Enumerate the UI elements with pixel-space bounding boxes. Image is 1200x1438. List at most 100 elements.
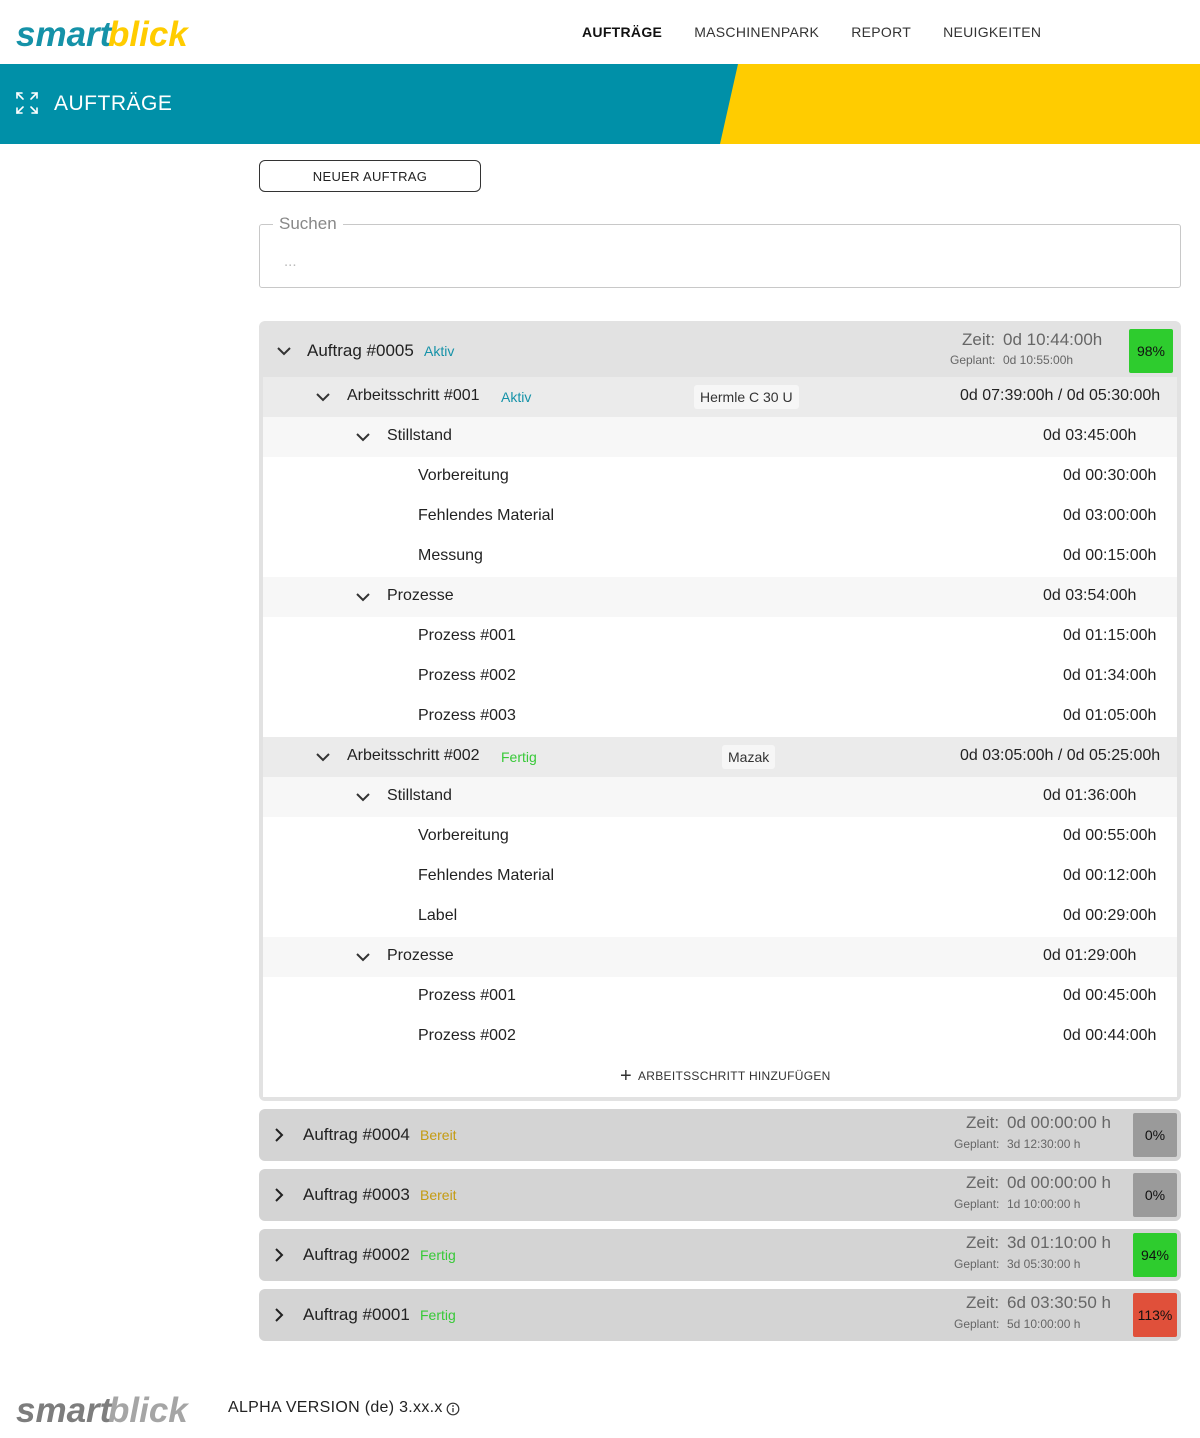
order-progress-badge: 98%	[1129, 329, 1173, 373]
item-time: 0d 00:29:00h	[1063, 907, 1157, 924]
order-planned-label: Geplant:	[950, 353, 996, 367]
chevron-down-icon[interactable]	[315, 749, 331, 765]
chevron-down-icon[interactable]	[355, 789, 371, 805]
order-planned-label: Geplant:	[954, 1257, 1000, 1271]
group-title: Stillstand	[387, 787, 452, 804]
order-title[interactable]: Auftrag #0004	[303, 1125, 410, 1145]
step-times: 0d 07:39:00h / 0d 05:30:00h	[960, 387, 1161, 404]
step-status-badge: Aktiv	[501, 389, 532, 405]
list-item: Prozess #002	[418, 1027, 516, 1044]
machine-chip: Hermle C 30 U	[694, 385, 799, 409]
page-header-band	[0, 64, 1200, 144]
step-times: 0d 03:05:00h / 0d 05:25:00h	[960, 747, 1161, 764]
item-time: 0d 01:05:00h	[1063, 707, 1157, 724]
order-planned-label: Geplant:	[954, 1317, 1000, 1331]
item-time: 0d 00:12:00h	[1063, 867, 1157, 884]
info-icon[interactable]	[446, 1402, 460, 1416]
order-time-value: 0d 00:00:00 h	[1007, 1173, 1111, 1192]
step-status-badge: Fertig	[501, 749, 537, 765]
nav-item-maschinenpark[interactable]: MASCHINENPARK	[678, 24, 835, 40]
list-item: Fehlendes Material	[418, 507, 555, 524]
chevron-down-icon[interactable]	[276, 343, 292, 359]
list-item: Vorbereitung	[418, 467, 509, 484]
order-time-value: 0d 00:00:00 h	[1007, 1113, 1111, 1132]
chevron-right-icon[interactable]	[271, 1247, 287, 1263]
footer-logo: smart blick	[16, 1391, 189, 1430]
top-navigation-bar: smart blick AUFTRÄGE MASCHINENPARK REPOR…	[0, 0, 1200, 64]
chevron-down-icon[interactable]	[315, 389, 331, 405]
order-status-badge: Fertig	[420, 1247, 456, 1263]
footer-logo-text-smart: smart	[16, 1391, 113, 1430]
order-planned-label: Geplant:	[954, 1197, 1000, 1211]
group-time: 0d 03:54:00h	[1043, 587, 1137, 604]
order-planned-label: Geplant:	[954, 1137, 1000, 1151]
order-progress-badge: 0%	[1133, 1113, 1177, 1157]
order-status-badge: Bereit	[420, 1127, 457, 1143]
group-time: 0d 01:36:00h	[1043, 787, 1137, 804]
version-label: ALPHA VERSION (de) 3.xx.x	[228, 1399, 443, 1416]
smartblick-logo[interactable]: smart blick	[16, 12, 201, 52]
list-item: Label	[418, 907, 458, 924]
item-time: 0d 00:45:00h	[1063, 987, 1157, 1004]
order-status-badge: Aktiv	[424, 343, 455, 359]
item-time: 0d 01:15:00h	[1063, 627, 1157, 644]
order-time-label: Zeit:	[962, 330, 996, 349]
order-planned-value: 3d 05:30:00 h	[1007, 1257, 1081, 1271]
group-title: Prozesse	[387, 587, 454, 604]
search-input[interactable]	[284, 250, 1164, 272]
chevron-right-icon[interactable]	[271, 1187, 287, 1203]
item-time: 0d 00:15:00h	[1063, 547, 1157, 564]
nav-item-neuigkeiten[interactable]: NEUIGKEITEN	[927, 24, 1057, 40]
order-title[interactable]: Auftrag #0002	[303, 1245, 410, 1265]
order-planned-value: 1d 10:00:00 h	[1007, 1197, 1081, 1211]
footer-logo-text-blick: blick	[108, 1391, 189, 1430]
list-item: Prozess #001	[418, 987, 516, 1004]
item-time: 0d 00:44:00h	[1063, 1027, 1157, 1044]
main-nav: AUFTRÄGE MASCHINENPARK REPORT NEUIGKEITE…	[566, 0, 1057, 64]
item-time: 0d 01:34:00h	[1063, 667, 1157, 684]
order-time-label: Zeit:	[966, 1293, 1000, 1312]
plus-icon: +	[620, 1065, 632, 1087]
list-item: Fehlendes Material	[418, 867, 555, 884]
nav-item-report[interactable]: REPORT	[835, 24, 927, 40]
chevron-down-icon[interactable]	[355, 429, 371, 445]
header-band-graphic	[0, 64, 1200, 144]
order-title[interactable]: Auftrag #0003	[303, 1185, 410, 1205]
machine-chip: Mazak	[722, 745, 776, 769]
group-time: 0d 03:45:00h	[1043, 427, 1137, 444]
add-step-label: ARBEITSSCHRITT HINZUFÜGEN	[637, 1069, 831, 1083]
order-progress-badge: 0%	[1133, 1173, 1177, 1217]
list-item: Prozess #002	[418, 667, 516, 684]
order-time-label: Zeit:	[966, 1233, 1000, 1252]
group-time: 0d 01:29:00h	[1043, 947, 1137, 964]
order-progress-badge: 94%	[1133, 1233, 1177, 1277]
order-planned-value: 3d 12:30:00 h	[1007, 1137, 1081, 1151]
list-item: Messung	[418, 547, 483, 564]
order-time-value: 6d 03:30:50 h	[1007, 1293, 1111, 1312]
item-time: 0d 03:00:00h	[1063, 507, 1157, 524]
order-planned-value: 0d 10:55:00h	[1003, 353, 1074, 367]
fullscreen-icon[interactable]	[15, 91, 39, 115]
order-title[interactable]: Auftrag #0005	[307, 341, 414, 361]
list-item: Vorbereitung	[418, 827, 509, 844]
group-title: Stillstand	[387, 427, 452, 444]
order-time-value: 3d 01:10:00 h	[1007, 1233, 1111, 1252]
new-order-button[interactable]: NEUER AUFTRAG	[259, 160, 481, 192]
item-time: 0d 00:30:00h	[1063, 467, 1157, 484]
chevron-down-icon[interactable]	[355, 589, 371, 605]
logo-text-smart: smart	[16, 15, 113, 52]
order-time-label: Zeit:	[966, 1113, 1000, 1132]
logo-text-blick: blick	[108, 15, 189, 52]
list-item: Prozess #003	[418, 707, 516, 724]
page-title: AUFTRÄGE	[54, 92, 173, 115]
order-title[interactable]: Auftrag #0001	[303, 1305, 410, 1325]
order-time-label: Zeit:	[966, 1173, 1000, 1192]
chevron-right-icon[interactable]	[271, 1127, 287, 1143]
list-item: Prozess #001	[418, 627, 516, 644]
order-status-badge: Bereit	[420, 1187, 457, 1203]
chevron-right-icon[interactable]	[271, 1307, 287, 1323]
chevron-down-icon[interactable]	[355, 949, 371, 965]
order-planned-value: 5d 10:00:00 h	[1007, 1317, 1081, 1331]
add-step-button[interactable]: + ARBEITSSCHRITT HINZUFÜGEN	[620, 1065, 831, 1087]
nav-item-auftraege[interactable]: AUFTRÄGE	[566, 24, 678, 40]
